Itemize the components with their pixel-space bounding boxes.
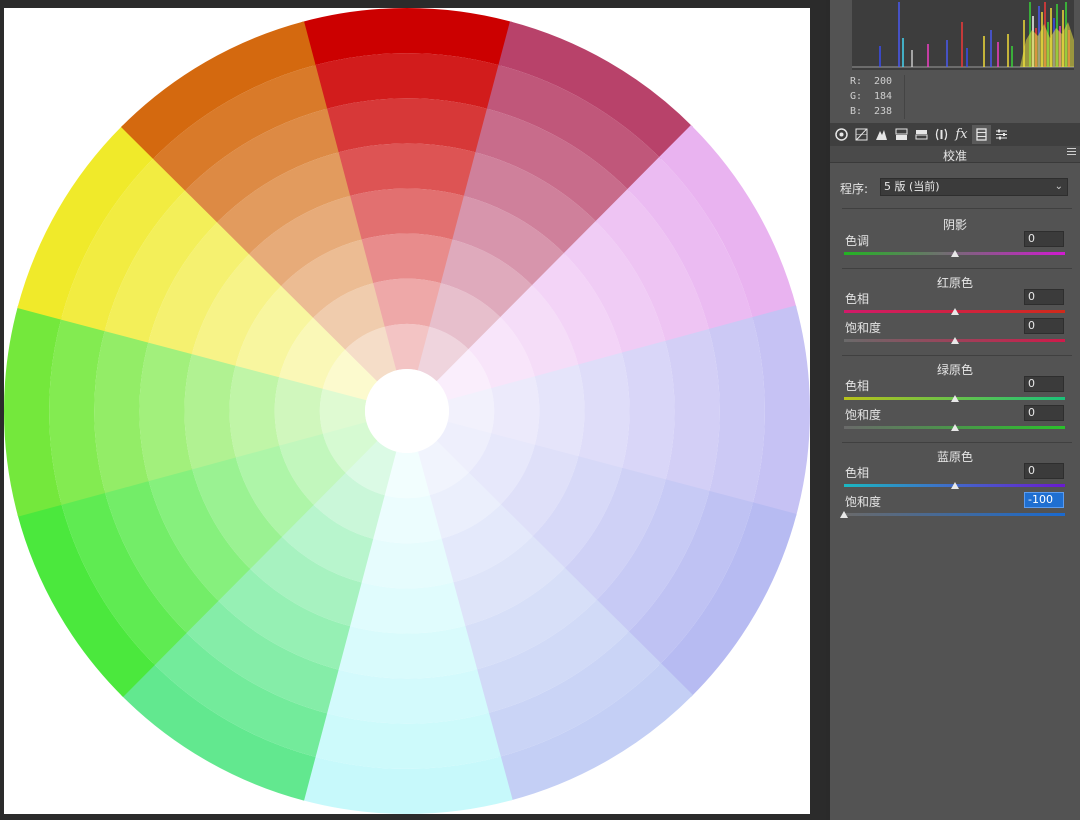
chevron-down-icon: ⌄	[1054, 181, 1063, 192]
red-saturation-input[interactable]: 0	[1024, 318, 1064, 334]
wheel-segment	[139, 340, 193, 482]
process-value: 5 版 (当前)	[884, 180, 940, 193]
properties-panel: R: 200 G: 184 B: 238 fx 校准 程序: 5 版 (当前) …	[830, 0, 1080, 820]
blue-hue-thumb[interactable]	[950, 482, 959, 489]
wheel-segment	[621, 340, 675, 482]
red-hue-label: 色相	[845, 292, 870, 306]
presets-icon[interactable]	[992, 125, 1011, 144]
blue-saturation-label: 饱和度	[845, 495, 882, 509]
shadows-tint-thumb[interactable]	[950, 250, 959, 257]
section-divider	[842, 355, 1072, 356]
red-saturation-label: 饱和度	[845, 321, 882, 335]
green-hue-label: 色相	[845, 379, 870, 393]
green-saturation-label: 饱和度	[845, 408, 882, 422]
wheel-segment	[360, 233, 454, 284]
wheel-segment	[534, 364, 585, 458]
detail-icon[interactable]	[872, 125, 891, 144]
wheel-segment	[336, 625, 478, 679]
panel-toolbar: fx	[830, 123, 1080, 146]
wheel-segment	[578, 352, 630, 470]
section-divider	[842, 442, 1072, 443]
wheel-segment	[184, 352, 236, 470]
histogram	[852, 0, 1074, 70]
aperture-icon[interactable]	[832, 125, 851, 144]
wheel-segment	[348, 188, 466, 240]
effects-icon[interactable]: fx	[952, 125, 971, 144]
red-saturation-thumb[interactable]	[950, 337, 959, 344]
fx-glyph: fx	[955, 127, 968, 142]
wheel-segment	[360, 538, 454, 589]
green-saturation-input[interactable]: 0	[1024, 405, 1064, 421]
wheel-center	[365, 369, 449, 453]
green-hue-thumb[interactable]	[950, 395, 959, 402]
camera-calibration-icon[interactable]	[972, 125, 991, 144]
lens-correction-icon[interactable]	[932, 125, 951, 144]
section-divider	[842, 268, 1072, 269]
section-divider	[842, 208, 1072, 209]
panel-header: 校准	[830, 146, 1080, 163]
readout-separator	[904, 75, 905, 119]
split-toning-icon[interactable]	[912, 125, 931, 144]
color-wheel	[4, 8, 810, 814]
green-saturation-thumb[interactable]	[950, 424, 959, 431]
shadows-tint-input[interactable]: 0	[1024, 231, 1064, 247]
shadows-tint-label: 色调	[845, 234, 870, 248]
blue-saturation-thumb[interactable]	[840, 511, 848, 518]
wheel-segment	[348, 582, 466, 634]
g-value: 184	[874, 91, 893, 102]
panel-menu-icon[interactable]	[1067, 148, 1076, 157]
process-select[interactable]: 5 版 (当前) ⌄	[880, 178, 1068, 196]
g-label: G:	[850, 91, 863, 102]
hsl-icon[interactable]	[892, 125, 911, 144]
process-label: 程序:	[840, 182, 869, 196]
wheel-segment	[229, 364, 280, 458]
r-label: R:	[850, 76, 863, 87]
tone-curve-icon[interactable]	[852, 125, 871, 144]
blue-hue-input[interactable]: 0	[1024, 463, 1064, 479]
wheel-segment	[336, 143, 478, 197]
b-label: B:	[850, 106, 863, 117]
red-hue-input[interactable]: 0	[1024, 289, 1064, 305]
blue-saturation-input[interactable]: -100	[1024, 492, 1064, 508]
r-value: 200	[874, 76, 893, 87]
green-hue-input[interactable]: 0	[1024, 376, 1064, 392]
blue-hue-label: 色相	[845, 466, 870, 480]
rgb-readout: R: 200 G: 184 B: 238	[830, 73, 1080, 121]
b-value: 238	[874, 106, 893, 117]
blue-saturation-slider[interactable]	[844, 513, 1065, 516]
panel-title: 校准	[942, 149, 967, 163]
document-canvas[interactable]	[4, 8, 810, 814]
red-hue-thumb[interactable]	[950, 308, 959, 315]
canvas-area	[0, 0, 826, 820]
